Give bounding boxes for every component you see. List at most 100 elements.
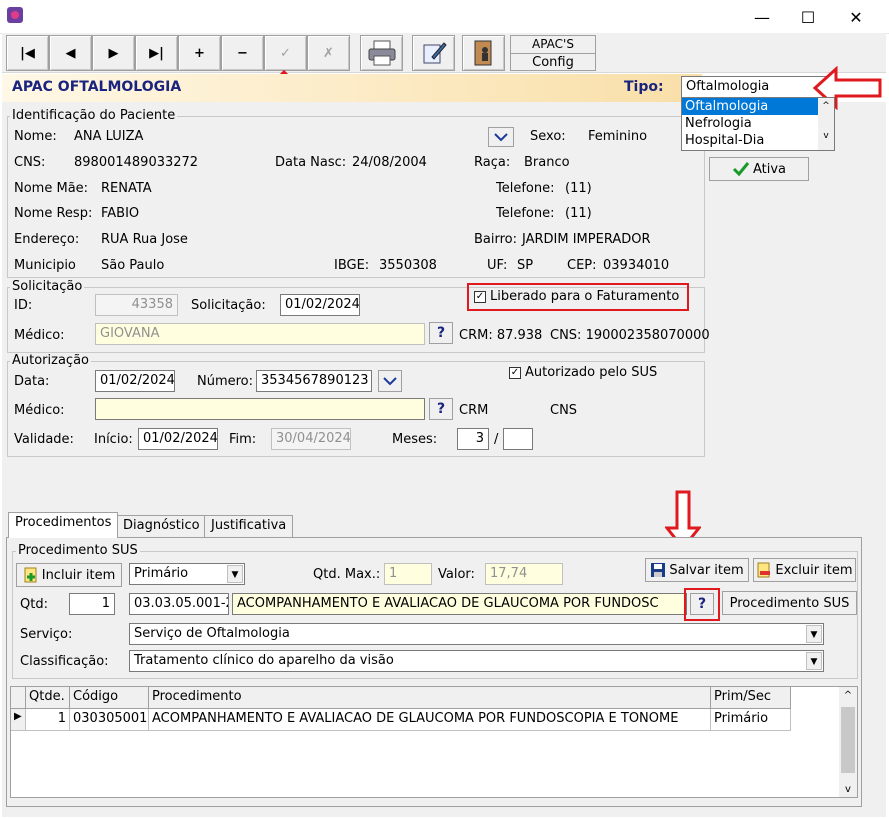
solicitacao-medico-field[interactable]: GIOVANA [95,323,425,345]
procedimento-sus-button[interactable]: Procedimento SUS [722,591,857,615]
autorizacao-medico-lookup-button[interactable]: ? [429,398,453,420]
mae-label: Nome Mãe: [14,181,89,196]
cep-label: CEP: [567,258,597,273]
confirm-button[interactable]: ✓ [264,35,307,71]
autorizado-sus-checkbox[interactable]: ✓ Autorizado pelo SUS [509,365,657,380]
prev-record-button[interactable]: ◀ [49,35,92,71]
grid-cell-prim-sec[interactable]: Primário [711,709,791,731]
solicitacao-date-field[interactable]: 01/02/2024 [280,294,360,316]
inicio-label: Início: [94,432,133,447]
id-field[interactable]: 43358 [95,294,178,316]
solicitacao-medico-label: Médico: [14,328,65,343]
apacs-config-button[interactable]: APAC'S Config [510,35,596,71]
servico-label: Serviço: [20,627,73,642]
patient-dropdown-button[interactable] [488,127,514,147]
descricao-field[interactable]: ACOMPANHAMENTO E AVALIACAO DE GLAUCOMA P… [232,593,687,615]
meses-separator: / [494,432,499,447]
mae-value: RENATA [101,181,152,196]
minimize-button[interactable]: — [739,0,785,34]
scroll-thumb[interactable] [841,707,855,773]
qtd-field[interactable]: 1 [69,593,115,615]
classificacao-select[interactable]: Tratamento clínico do aparelho da visão ▼ [129,650,824,672]
dropdown-arrow-icon: ▼ [227,565,243,583]
autorizacao-medico-label: Médico: [14,403,65,418]
qtd-max-field[interactable]: 1 [384,563,432,585]
cancel-edit-button[interactable]: ✗ [307,35,350,71]
numero-dropdown-button[interactable] [378,370,402,392]
numero-field[interactable]: 3534567890123 [256,370,372,392]
autorizado-sus-label: Autorizado pelo SUS [525,365,658,380]
numero-label: Número: [197,374,254,389]
grid-cell-procedimento[interactable]: ACOMPANHAMENTO E AVALIACAO DE GLAUCOMA P… [149,709,711,731]
last-record-button[interactable]: ▶| [135,35,178,71]
ativa-button[interactable]: Ativa [709,157,809,181]
valor-label: Valor: [438,567,475,582]
tipo-option[interactable]: Oftalmologia [682,98,834,115]
add-record-button[interactable]: + [178,35,221,71]
grid-header[interactable]: Código [70,687,149,709]
checkbox-checked-icon: ✓ [509,366,521,379]
meses-field[interactable]: 3 [457,428,489,450]
procedimento-legend: Procedimento SUS [16,543,140,558]
grid-cell-codigo[interactable]: 0303050012 [70,709,149,731]
tipo-procedimento-select[interactable]: Primário ▼ [129,563,245,585]
grid-header[interactable]: Prim/Sec [711,687,791,709]
document-pen-icon [423,42,447,64]
municipio-label: Municipio [14,258,76,273]
fim-field[interactable]: 30/04/2024 [271,428,351,450]
check-icon [732,162,750,177]
grid-cell-qtde[interactable]: 1 [26,709,70,731]
chevron-down-icon [494,133,508,142]
classificacao-value: Tratamento clínico do aparelho da visão [134,653,394,668]
dropdown-scrollbar[interactable]: ^ v [818,98,834,150]
autorizacao-crm-label: CRM [459,403,489,418]
app-icon [7,7,23,23]
tipo-option[interactable]: Nefrologia [682,115,834,132]
salvar-item-button[interactable]: Salvar item [645,558,749,582]
id-label: ID: [14,298,33,313]
exit-door-icon [474,40,491,66]
qtd-max-label: Qtd. Max.: [313,567,381,582]
print-button[interactable] [360,35,403,71]
medico-lookup-button[interactable]: ? [429,322,453,344]
delete-record-button[interactable]: − [221,35,264,71]
annotation-highlight-box [684,588,720,621]
add-document-icon [24,567,37,583]
edit-document-button[interactable] [412,35,455,71]
procedimento-sus-label: Procedimento SUS [729,595,850,611]
resp-value: FABIO [101,206,140,221]
excluir-item-button[interactable]: Excluir item [753,558,856,582]
meses-total-field[interactable] [503,428,533,450]
medico-cns-value: CNS: 190002358070000 [550,328,710,343]
tipo-option[interactable]: Hospital-Dia [682,132,834,149]
excluir-item-label: Excluir item [775,562,853,578]
tab-diagnostico[interactable]: Diagnóstico [116,515,207,537]
autorizacao-medico-field[interactable] [95,398,425,420]
first-record-button[interactable]: |◀ [6,35,49,71]
tab-procedimentos[interactable]: Procedimentos [8,512,119,538]
sexo-label: Sexo: [530,129,566,144]
maximize-button[interactable]: ☐ [785,0,831,34]
procedures-grid[interactable]: Qtde. Código Procedimento Prim/Sec ▶ 1 0… [10,686,858,798]
valor-field[interactable]: 17,74 [485,563,563,585]
servico-value: Serviço de Oftalmologia [134,626,290,641]
inicio-field[interactable]: 01/02/2024 [138,428,218,450]
tab-justificativa[interactable]: Justificativa [204,515,294,537]
solicitacao-legend: Solicitação [10,279,85,294]
tipo-procedimento-value: Primário [134,566,189,581]
grid-header[interactable]: Qtde. [26,687,70,709]
servico-select[interactable]: Serviço de Oftalmologia ▼ [129,623,824,645]
exit-button[interactable] [462,35,505,71]
grid-scrollbar[interactable]: ^ v [839,687,857,797]
resp-label: Nome Resp: [14,206,93,221]
incluir-item-button[interactable]: Incluir item [16,563,122,587]
codigo-field[interactable]: 03.03.05.001-2 [129,593,229,615]
autorizacao-data-field[interactable]: 01/02/2024 [95,370,175,392]
ativa-label: Ativa [752,161,787,177]
grid-header[interactable]: Procedimento [149,687,711,709]
patient-legend: Identificação do Paciente [10,108,178,123]
tipo-dropdown-list[interactable]: Oftalmologia Nefrologia Hospital-Dia ^ v [681,97,835,151]
next-record-button[interactable]: ▶ [92,35,135,71]
nasc-label: Data Nasc: [275,155,347,170]
close-button[interactable]: ✕ [833,0,879,34]
